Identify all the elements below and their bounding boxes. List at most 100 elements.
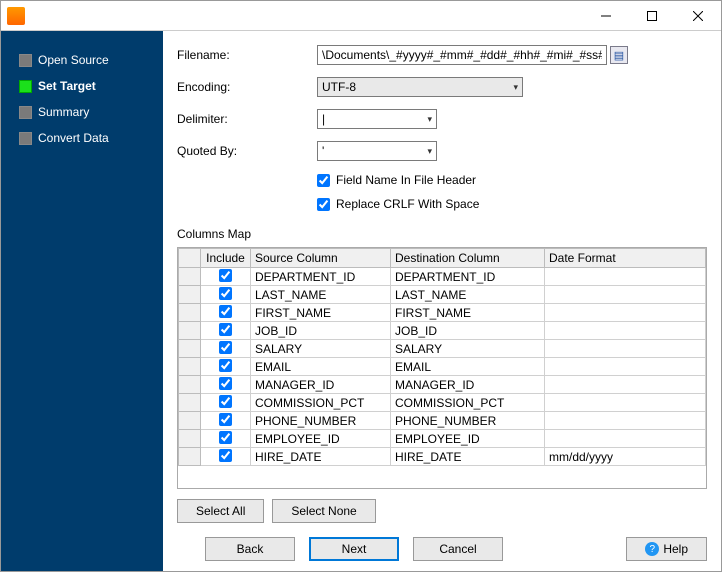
sidebar-item-convert-data[interactable]: Convert Data xyxy=(1,125,163,151)
table-row[interactable]: PHONE_NUMBERPHONE_NUMBER xyxy=(179,412,706,430)
source-cell[interactable]: EMPLOYEE_ID xyxy=(251,430,391,448)
row-header[interactable] xyxy=(179,286,201,304)
datefmt-cell[interactable] xyxy=(545,376,706,394)
browse-button[interactable]: ▤ xyxy=(610,46,628,64)
include-checkbox[interactable] xyxy=(219,305,232,318)
dest-cell[interactable]: EMAIL xyxy=(391,358,545,376)
row-header[interactable] xyxy=(179,430,201,448)
table-row[interactable]: EMPLOYEE_IDEMPLOYEE_ID xyxy=(179,430,706,448)
include-checkbox[interactable] xyxy=(219,377,232,390)
dest-cell[interactable]: JOB_ID xyxy=(391,322,545,340)
step-status-icon xyxy=(19,80,32,93)
dest-cell[interactable]: PHONE_NUMBER xyxy=(391,412,545,430)
sidebar-item-open-source[interactable]: Open Source xyxy=(1,47,163,73)
include-header[interactable]: Include xyxy=(201,249,251,268)
table-row[interactable]: SALARYSALARY xyxy=(179,340,706,358)
include-checkbox[interactable] xyxy=(219,431,232,444)
help-button[interactable]: ? Help xyxy=(626,537,707,561)
dest-header[interactable]: Destination Column xyxy=(391,249,545,268)
dest-cell[interactable]: EMPLOYEE_ID xyxy=(391,430,545,448)
include-checkbox[interactable] xyxy=(219,269,232,282)
datefmt-cell[interactable] xyxy=(545,358,706,376)
header-checkbox-label[interactable]: Field Name In File Header xyxy=(336,173,476,187)
include-checkbox[interactable] xyxy=(219,341,232,354)
row-header[interactable] xyxy=(179,394,201,412)
cancel-button[interactable]: Cancel xyxy=(413,537,503,561)
header-checkbox[interactable] xyxy=(317,174,330,187)
source-cell[interactable]: SALARY xyxy=(251,340,391,358)
datefmt-cell[interactable] xyxy=(545,268,706,286)
next-button[interactable]: Next xyxy=(309,537,399,561)
datefmt-cell[interactable] xyxy=(545,394,706,412)
maximize-icon xyxy=(647,11,657,21)
source-cell[interactable]: LAST_NAME xyxy=(251,286,391,304)
maximize-button[interactable] xyxy=(629,1,675,31)
include-checkbox[interactable] xyxy=(219,287,232,300)
row-header[interactable] xyxy=(179,412,201,430)
dest-cell[interactable]: SALARY xyxy=(391,340,545,358)
dest-cell[interactable]: HIRE_DATE xyxy=(391,448,545,466)
source-header[interactable]: Source Column xyxy=(251,249,391,268)
include-checkbox[interactable] xyxy=(219,395,232,408)
dest-cell[interactable]: MANAGER_ID xyxy=(391,376,545,394)
row-header[interactable] xyxy=(179,304,201,322)
source-cell[interactable]: MANAGER_ID xyxy=(251,376,391,394)
datefmt-cell[interactable] xyxy=(545,340,706,358)
row-header[interactable] xyxy=(179,340,201,358)
row-header[interactable] xyxy=(179,358,201,376)
dest-cell[interactable]: FIRST_NAME xyxy=(391,304,545,322)
columns-table[interactable]: Include Source Column Destination Column… xyxy=(177,247,707,489)
datefmt-header[interactable]: Date Format xyxy=(545,249,706,268)
table-row[interactable]: COMMISSION_PCTCOMMISSION_PCT xyxy=(179,394,706,412)
source-cell[interactable]: JOB_ID xyxy=(251,322,391,340)
dest-cell[interactable]: LAST_NAME xyxy=(391,286,545,304)
crlf-checkbox[interactable] xyxy=(317,198,330,211)
row-selector-header xyxy=(179,249,201,268)
dest-cell[interactable]: COMMISSION_PCT xyxy=(391,394,545,412)
table-row[interactable]: HIRE_DATEHIRE_DATEmm/dd/yyyy xyxy=(179,448,706,466)
datefmt-cell[interactable] xyxy=(545,430,706,448)
table-row[interactable]: EMAILEMAIL xyxy=(179,358,706,376)
row-header[interactable] xyxy=(179,376,201,394)
row-header[interactable] xyxy=(179,268,201,286)
select-none-button[interactable]: Select None xyxy=(272,499,375,523)
datefmt-cell[interactable] xyxy=(545,322,706,340)
source-cell[interactable]: HIRE_DATE xyxy=(251,448,391,466)
quotedby-select[interactable]: ' ▾ xyxy=(317,141,437,161)
include-checkbox[interactable] xyxy=(219,323,232,336)
datefmt-cell[interactable] xyxy=(545,412,706,430)
back-button[interactable]: Back xyxy=(205,537,295,561)
crlf-checkbox-label[interactable]: Replace CRLF With Space xyxy=(336,197,479,211)
table-row[interactable]: DEPARTMENT_IDDEPARTMENT_ID xyxy=(179,268,706,286)
row-header[interactable] xyxy=(179,322,201,340)
datefmt-cell[interactable]: mm/dd/yyyy xyxy=(545,448,706,466)
table-row[interactable]: LAST_NAMELAST_NAME xyxy=(179,286,706,304)
dest-cell[interactable]: DEPARTMENT_ID xyxy=(391,268,545,286)
row-header[interactable] xyxy=(179,448,201,466)
source-cell[interactable]: DEPARTMENT_ID xyxy=(251,268,391,286)
sidebar-item-summary[interactable]: Summary xyxy=(1,99,163,125)
filename-input[interactable] xyxy=(317,45,607,65)
include-checkbox[interactable] xyxy=(219,413,232,426)
encoding-select[interactable]: UTF-8 ▾ xyxy=(317,77,523,97)
source-cell[interactable]: FIRST_NAME xyxy=(251,304,391,322)
source-cell[interactable]: COMMISSION_PCT xyxy=(251,394,391,412)
sidebar-item-label: Open Source xyxy=(38,53,109,67)
minimize-button[interactable] xyxy=(583,1,629,31)
step-status-icon xyxy=(19,132,32,145)
table-row[interactable]: FIRST_NAMEFIRST_NAME xyxy=(179,304,706,322)
datefmt-cell[interactable] xyxy=(545,304,706,322)
source-cell[interactable]: EMAIL xyxy=(251,358,391,376)
titlebar xyxy=(1,1,721,31)
step-status-icon xyxy=(19,106,32,119)
sidebar-item-set-target[interactable]: Set Target xyxy=(1,73,163,99)
select-all-button[interactable]: Select All xyxy=(177,499,264,523)
source-cell[interactable]: PHONE_NUMBER xyxy=(251,412,391,430)
table-row[interactable]: MANAGER_IDMANAGER_ID xyxy=(179,376,706,394)
include-checkbox[interactable] xyxy=(219,449,232,462)
delimiter-select[interactable]: | ▾ xyxy=(317,109,437,129)
close-button[interactable] xyxy=(675,1,721,31)
datefmt-cell[interactable] xyxy=(545,286,706,304)
table-row[interactable]: JOB_IDJOB_ID xyxy=(179,322,706,340)
include-checkbox[interactable] xyxy=(219,359,232,372)
